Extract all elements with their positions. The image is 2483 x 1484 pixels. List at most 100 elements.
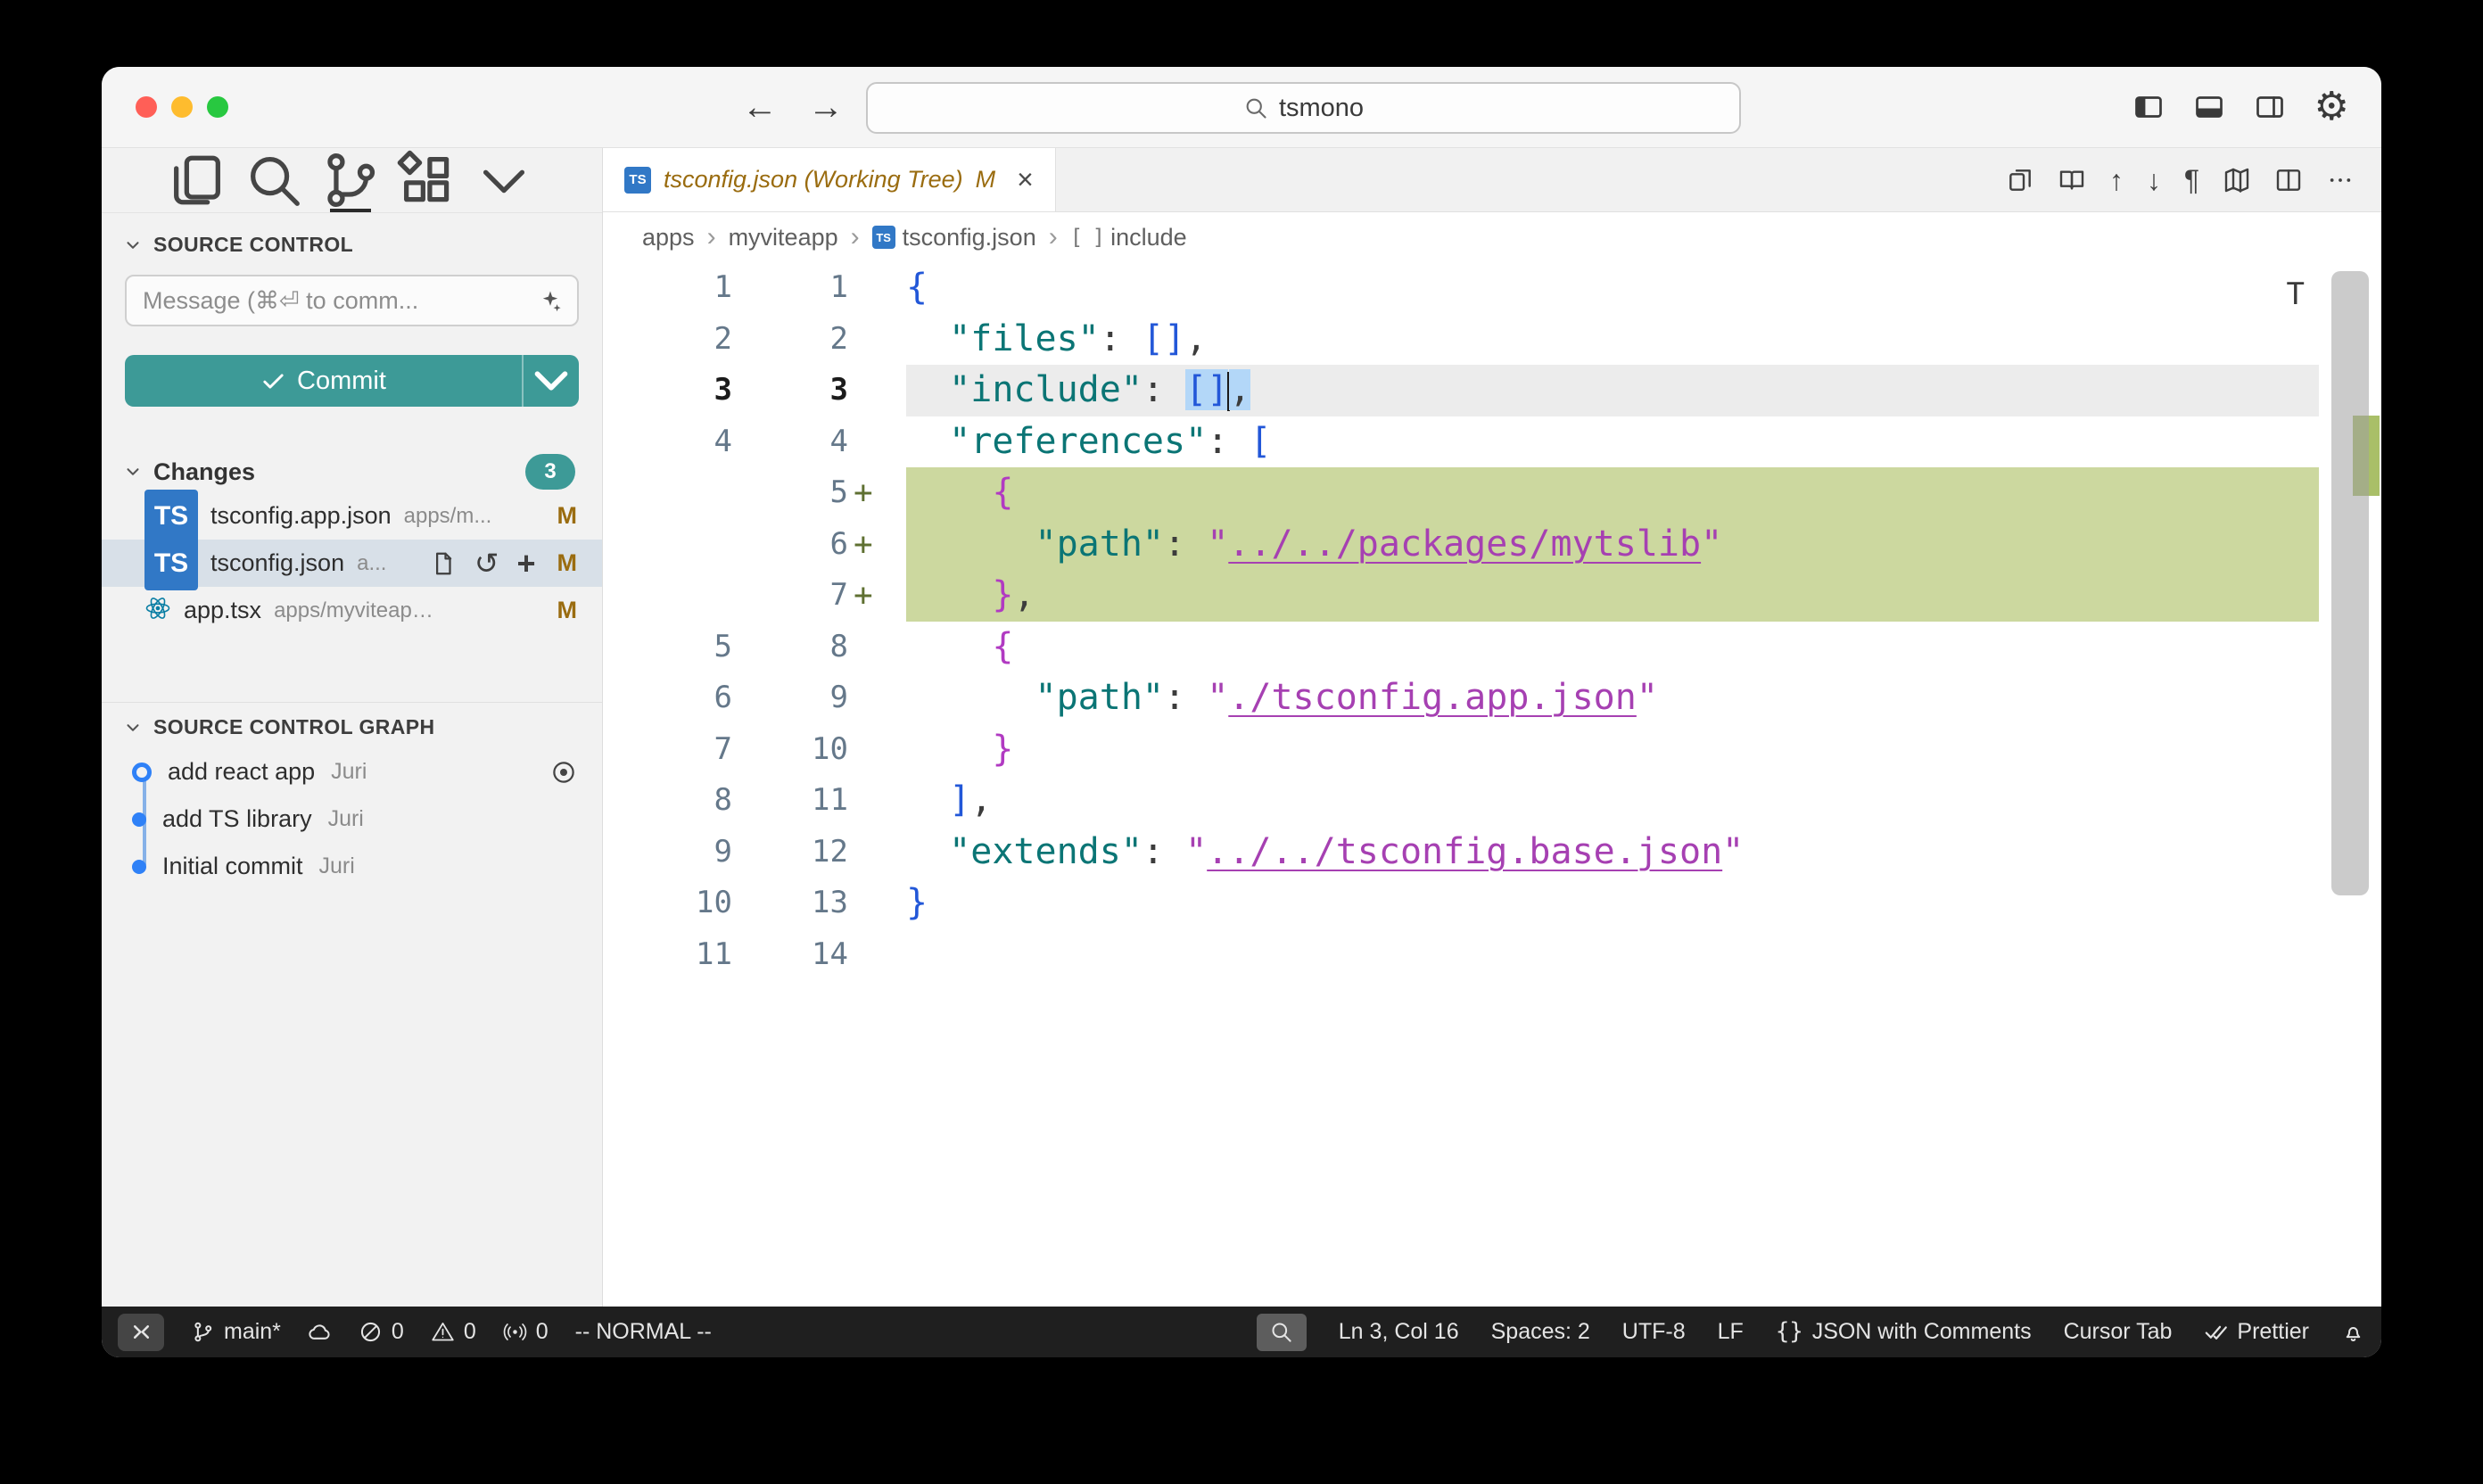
status-zoom-indicator[interactable] xyxy=(1257,1314,1307,1351)
commit-button[interactable]: Commit xyxy=(125,355,579,407)
diff-editor[interactable]: 1 1 { 2 2 "files": [], 3 3 "include": []… xyxy=(603,262,2381,1307)
close-window-button[interactable] xyxy=(136,96,157,118)
open-preview-icon[interactable] xyxy=(2058,166,2086,194)
scrollbar-track[interactable] xyxy=(2319,262,2381,1307)
maximize-window-button[interactable] xyxy=(207,96,228,118)
status-ports-forwarded[interactable]: 0 xyxy=(503,1320,549,1344)
split-editor-icon[interactable] xyxy=(2274,166,2303,194)
old-line-number: 11 xyxy=(603,929,732,981)
status-problems-errors[interactable]: 0 xyxy=(359,1320,404,1344)
activity-files[interactable] xyxy=(166,148,228,212)
gear-icon[interactable]: ⚙ xyxy=(2314,87,2349,127)
minimize-window-button[interactable] xyxy=(171,96,193,118)
navigate-back-button[interactable]: ← xyxy=(742,87,778,128)
source-control-header[interactable]: SOURCE CONTROL xyxy=(102,213,602,266)
code-line[interactable]: 6 9 "path": "./tsconfig.app.json" xyxy=(603,672,2381,724)
breadcrumb-item[interactable]: myviteapp xyxy=(729,224,838,251)
diff-added-marker xyxy=(848,262,906,314)
next-change-icon[interactable]: ↓ xyxy=(2147,166,2161,194)
changes-section-header[interactable]: Changes 3 xyxy=(102,451,602,492)
commit-dropdown-button[interactable] xyxy=(522,355,579,407)
code-line[interactable]: 4 4 "references": [ xyxy=(603,416,2381,468)
code-line[interactable]: 1 1 { xyxy=(603,262,2381,314)
more-actions-icon[interactable] xyxy=(2326,166,2355,194)
commit-row[interactable]: add react app Juri xyxy=(102,748,602,796)
status-git-branch[interactable]: main* xyxy=(191,1320,281,1344)
navigate-forward-button[interactable]: → xyxy=(808,87,844,128)
status-notifications[interactable] xyxy=(2341,1320,2365,1344)
code-line[interactable]: 7 10 } xyxy=(603,724,2381,776)
head-target-icon[interactable] xyxy=(550,759,577,786)
map-icon[interactable] xyxy=(2223,166,2251,194)
status-language-mode[interactable]: {}JSON with Comments xyxy=(1776,1321,2032,1344)
code-line[interactable]: 8 11 ], xyxy=(603,775,2381,827)
status-publish-changes[interactable] xyxy=(308,1320,332,1344)
file-row[interactable]: TS tsconfig.app.json apps/m... M xyxy=(102,492,602,540)
commit-author: Juri xyxy=(328,806,364,832)
commit-row[interactable]: add TS library Juri xyxy=(102,796,602,843)
broadcast-icon xyxy=(503,1320,527,1344)
previous-change-icon[interactable]: ↑ xyxy=(2109,166,2124,194)
open-file-icon[interactable] xyxy=(430,550,457,577)
status-problems-warnings[interactable]: 0 xyxy=(431,1320,476,1344)
tab-title: tsconfig.json (Working Tree) xyxy=(664,166,963,194)
search-icon xyxy=(1243,95,1268,120)
layout-sidebar-left-icon[interactable] xyxy=(2132,91,2165,123)
code-line[interactable]: 6 + "path": "../../packages/mytslib" xyxy=(603,519,2381,571)
activity-source-control[interactable] xyxy=(319,148,382,212)
old-line-number: 1 xyxy=(603,262,732,314)
layout-panel-bottom-icon[interactable] xyxy=(2193,91,2225,123)
status-indentation[interactable]: Spaces: 2 xyxy=(1491,1321,1590,1343)
sparkle-icon[interactable] xyxy=(538,288,563,313)
tab-tsconfig-json[interactable]: TS tsconfig.json (Working Tree) M × xyxy=(603,148,1056,211)
title-bar: ← → tsmono ⚙ xyxy=(102,67,2381,148)
close-tab-icon[interactable]: × xyxy=(1017,163,1034,196)
breadcrumb-item[interactable]: [ ]include xyxy=(1070,224,1187,251)
breadcrumb: apps›myviteapp›TStsconfig.json›[ ]includ… xyxy=(603,212,2381,262)
status-eol-sequence[interactable]: LF xyxy=(1718,1321,1744,1343)
new-line-number: 12 xyxy=(732,827,848,878)
code-line[interactable]: 3 3 "include": [], xyxy=(603,365,2381,416)
changes-list: TS tsconfig.app.json apps/m... M TS tsco… xyxy=(102,492,602,634)
status-cursor-position[interactable]: Ln 3, Col 16 xyxy=(1339,1321,1459,1343)
activity-extensions[interactable] xyxy=(396,148,458,212)
command-center-search[interactable]: tsmono xyxy=(866,82,1741,134)
status-vim-mode[interactable]: -- NORMAL -- xyxy=(575,1321,712,1343)
discard-changes-icon[interactable]: ↺ xyxy=(474,548,499,578)
old-line-number: 9 xyxy=(603,827,732,878)
old-line-number: 5 xyxy=(603,622,732,673)
status-cursor-tab[interactable]: Cursor Tab xyxy=(2064,1321,2173,1343)
react-icon xyxy=(144,595,171,627)
breadcrumb-item[interactable]: apps xyxy=(642,224,695,251)
code-line[interactable]: 5 8 { xyxy=(603,622,2381,673)
activity-search[interactable] xyxy=(243,148,305,212)
new-line-number: 14 xyxy=(732,929,848,981)
file-row[interactable]: TS tsconfig.json a... ↺+ M xyxy=(102,540,602,587)
code-line[interactable]: 10 13 } xyxy=(603,878,2381,929)
breadcrumb-item[interactable]: TStsconfig.json xyxy=(872,224,1036,251)
commit-message: Initial commit xyxy=(162,853,303,880)
diff-added-marker xyxy=(848,929,906,981)
scrollbar-thumb[interactable] xyxy=(2331,271,2369,895)
status-remote-indicator[interactable] xyxy=(118,1314,164,1351)
code-line[interactable]: 11 14 xyxy=(603,929,2381,981)
graph-header[interactable]: SOURCE CONTROL GRAPH xyxy=(102,703,602,748)
new-line-number: 2 xyxy=(732,314,848,366)
layout-sidebar-right-icon[interactable] xyxy=(2254,91,2286,123)
code-line[interactable]: 9 12 "extends": "../../tsconfig.base.jso… xyxy=(603,827,2381,878)
stage-changes-icon[interactable]: + xyxy=(516,548,535,580)
activity-chevron-down[interactable] xyxy=(473,148,535,212)
commit-message-input[interactable] xyxy=(141,286,538,316)
open-changes-icon[interactable] xyxy=(2006,166,2034,194)
file-row[interactable]: app.tsx apps/myviteapp/sr... M xyxy=(102,587,602,634)
status-formatter-prettier[interactable]: Prettier xyxy=(2204,1320,2309,1344)
ts-icon: TS xyxy=(144,537,198,590)
code-line[interactable]: 7 + }, xyxy=(603,570,2381,622)
commit-row[interactable]: Initial commit Juri xyxy=(102,843,602,890)
code-line[interactable]: 2 2 "files": [], xyxy=(603,314,2381,366)
code-line[interactable]: 5 + { xyxy=(603,467,2381,519)
status-encoding[interactable]: UTF-8 xyxy=(1622,1321,1686,1343)
commit-message: add react app xyxy=(168,758,315,786)
symbol-array-icon: [ ] xyxy=(1070,225,1103,250)
render-whitespace-icon[interactable]: ¶ xyxy=(2184,166,2199,194)
